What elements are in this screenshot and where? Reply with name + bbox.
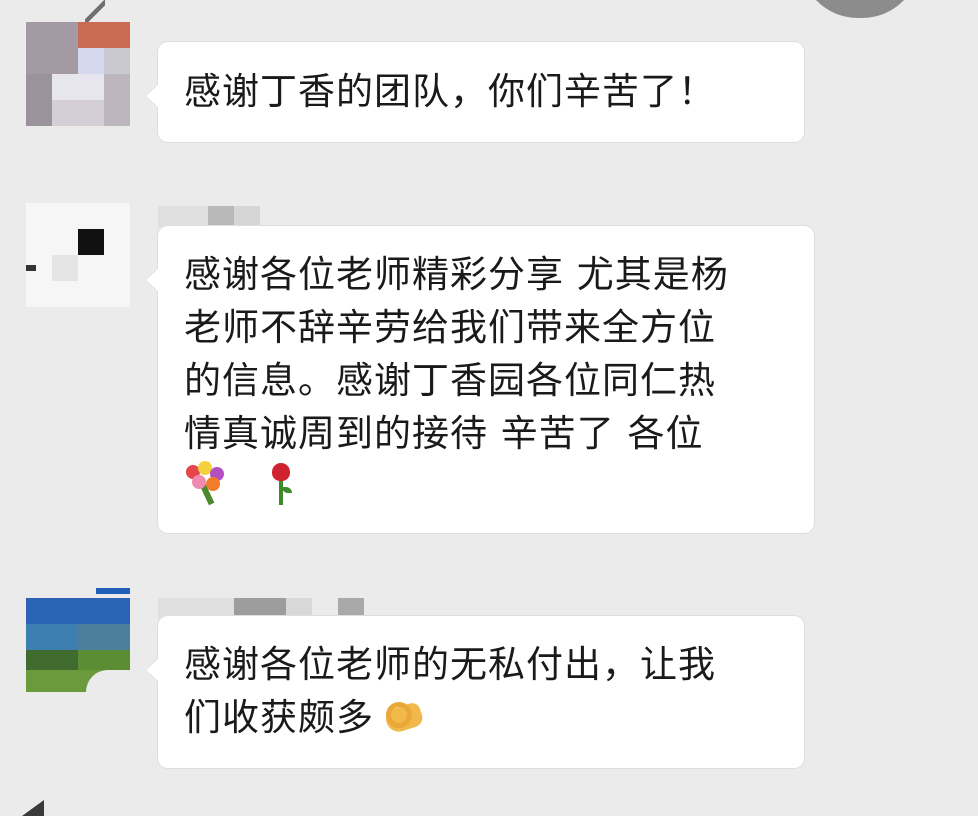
- message-text: 感谢丁香的团队，你们辛苦了！: [184, 70, 716, 113]
- message-text: 感谢各位老师精彩分享 尤其是杨 老师不辞辛劳给我们带来全方位 的信息。感谢丁香园…: [184, 253, 729, 455]
- avatar[interactable]: [26, 203, 130, 307]
- message-bubble[interactable]: 感谢各位老师的无私付出，让我 们收获颇多: [145, 616, 804, 768]
- message-bubble[interactable]: 感谢丁香的团队，你们辛苦了！: [145, 42, 804, 142]
- message-bubble[interactable]: 感谢各位老师精彩分享 尤其是杨 老师不辞辛劳给我们带来全方位 的信息。感谢丁香园…: [145, 226, 814, 533]
- chat-screen: 感谢丁香的团队，你们辛苦了！ 感谢各位老师精彩分享 尤其是杨 老师不辞辛劳给我们…: [0, 0, 978, 816]
- message-text: 感谢各位老师的无私付出，让我 们收获颇多: [184, 643, 716, 739]
- bottom-cropped-glyph: [22, 800, 44, 816]
- rose-icon: [259, 461, 303, 505]
- sender-name-blurred: [158, 206, 268, 228]
- ok-hand-icon: [382, 692, 426, 736]
- top-right-avatar-fragment: [800, 0, 920, 18]
- avatar[interactable]: [26, 588, 130, 692]
- avatar[interactable]: [26, 22, 130, 126]
- bouquet-icon: [184, 461, 228, 506]
- top-cropped-glyph: [85, 0, 105, 22]
